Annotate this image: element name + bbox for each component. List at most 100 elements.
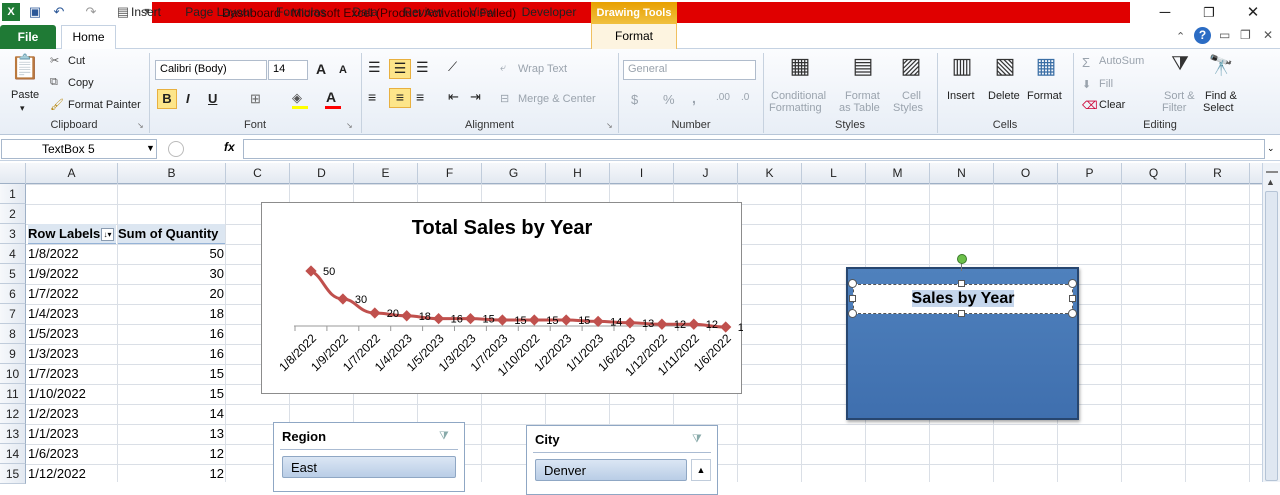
row-header[interactable]: 7 — [0, 304, 26, 324]
redo-icon[interactable]: ↷ — [82, 3, 100, 21]
resize-handle[interactable] — [848, 279, 857, 288]
pivot-row-label[interactable]: 1/1/2023 — [28, 424, 116, 444]
data-point[interactable] — [369, 307, 381, 319]
fill-color-icon[interactable]: ◈ — [292, 90, 302, 106]
column-header[interactable]: P — [1058, 163, 1122, 184]
font-size-select[interactable]: 14 — [268, 60, 308, 80]
filter-dropdown-icon[interactable]: ↓▾ — [101, 228, 114, 241]
conditional-formatting-button[interactable]: Conditional — [771, 90, 826, 102]
increase-indent-icon[interactable]: ⇥ — [470, 89, 481, 105]
pivot-row-label[interactable]: 1/8/2022 — [28, 244, 116, 264]
percent-button[interactable]: % — [663, 92, 675, 107]
autosum-button[interactable]: AutoSum — [1099, 55, 1144, 67]
column-header[interactable]: O — [994, 163, 1058, 184]
clear-button[interactable]: Clear — [1099, 99, 1125, 111]
wb-minimize-icon[interactable]: ▭ — [1219, 28, 1230, 42]
column-header[interactable]: K — [738, 163, 802, 184]
pivot-row-value[interactable]: 12 — [118, 464, 224, 484]
row-header[interactable]: 5 — [0, 264, 26, 284]
name-box[interactable]: TextBox 5 — [1, 139, 157, 159]
merge-center-button[interactable]: Merge & Center — [518, 93, 596, 105]
tab-insert[interactable]: Insert — [124, 4, 168, 24]
row-header[interactable]: 14 — [0, 444, 26, 464]
data-point[interactable] — [720, 321, 732, 333]
column-header[interactable]: B — [118, 163, 226, 184]
pivot-row-value[interactable]: 13 — [118, 424, 224, 444]
align-middle-icon[interactable]: ☰ — [389, 59, 411, 79]
row-header[interactable]: 9 — [0, 344, 26, 364]
expand-formula-icon[interactable]: ⌄ — [1267, 143, 1275, 154]
paste-icon[interactable]: 📋 — [10, 53, 40, 87]
minimize-ribbon-icon[interactable]: ⌃ — [1176, 30, 1185, 43]
scroll-up-icon[interactable]: ▲ — [1266, 177, 1275, 187]
tab-view[interactable]: View — [462, 4, 502, 24]
decrease-indent-icon[interactable]: ⇤ — [448, 89, 459, 105]
scroll-thumb[interactable] — [1265, 191, 1278, 481]
wb-close-icon[interactable]: ✕ — [1263, 28, 1273, 42]
pivot-row-label[interactable]: 1/7/2023 — [28, 364, 116, 384]
paste-button[interactable]: Paste — [11, 89, 39, 101]
split-box-icon[interactable] — [1266, 165, 1278, 173]
tab-file[interactable]: File — [0, 25, 56, 49]
column-header[interactable]: J — [674, 163, 738, 184]
data-point[interactable] — [464, 312, 477, 325]
sort-filter-button[interactable]: Sort & — [1164, 90, 1195, 102]
align-top-icon[interactable]: ☰ — [368, 59, 381, 76]
fill-button[interactable]: Fill — [1099, 78, 1113, 90]
column-header[interactable]: E — [354, 163, 418, 184]
formula-input[interactable] — [243, 139, 1265, 159]
resize-handle[interactable] — [1068, 309, 1077, 318]
currency-button[interactable]: $ — [631, 92, 638, 107]
data-point[interactable] — [624, 317, 636, 329]
pivot-row-value[interactable]: 15 — [118, 364, 224, 384]
row-header[interactable]: 11 — [0, 384, 26, 404]
column-header[interactable]: Q — [1122, 163, 1186, 184]
pivot-row-label[interactable]: 1/6/2023 — [28, 444, 116, 464]
orientation-icon[interactable]: ⟋ — [448, 59, 457, 75]
comma-button[interactable]: , — [692, 90, 696, 106]
pivot-row-value[interactable]: 30 — [118, 264, 224, 284]
pivot-row-value[interactable]: 20 — [118, 284, 224, 304]
cell-styles-button[interactable]: Cell — [902, 90, 921, 102]
row-header[interactable]: 12 — [0, 404, 26, 424]
data-point[interactable] — [656, 318, 668, 330]
name-box-dropdown-icon[interactable]: ▼ — [146, 143, 155, 153]
data-point[interactable] — [432, 312, 445, 325]
decrease-decimal-button[interactable]: .0 — [741, 92, 749, 103]
vertical-scrollbar[interactable]: ▲ — [1262, 163, 1280, 482]
help-icon[interactable]: ? — [1194, 27, 1211, 44]
find-select-button[interactable]: Find & — [1205, 90, 1237, 102]
data-point[interactable] — [592, 315, 604, 328]
column-header[interactable]: M — [866, 163, 930, 184]
data-point[interactable] — [496, 314, 509, 326]
row-header[interactable]: 4 — [0, 244, 26, 264]
save-icon[interactable]: ▣ — [26, 3, 44, 21]
cut-button[interactable]: Cut — [68, 55, 85, 67]
column-header[interactable]: H — [546, 163, 610, 184]
tab-developer[interactable]: Developer — [516, 4, 582, 24]
insert-cells-button[interactable]: Insert — [947, 90, 975, 102]
column-header[interactable]: D — [290, 163, 354, 184]
row-header[interactable]: 13 — [0, 424, 26, 444]
pivot-row-value[interactable]: 15 — [118, 384, 224, 404]
textbox-text[interactable]: Sales by Year — [853, 290, 1073, 308]
alignment-launcher-icon[interactable]: ↘ — [606, 121, 613, 130]
pivot-row-value[interactable]: 16 — [118, 344, 224, 364]
resize-handle[interactable] — [958, 310, 965, 317]
slicer-item-east[interactable]: East — [282, 456, 456, 478]
insert-function-button[interactable]: fx — [224, 140, 235, 154]
pivot-row-value[interactable]: 12 — [118, 444, 224, 464]
copy-button[interactable]: Copy — [68, 77, 94, 89]
column-header[interactable]: I — [610, 163, 674, 184]
pivot-row-value[interactable]: 50 — [118, 244, 224, 264]
resize-handle[interactable] — [958, 280, 965, 287]
rotate-handle[interactable] — [957, 254, 967, 264]
grow-font-button[interactable]: A — [316, 61, 326, 77]
minimize-icon[interactable]: ─ — [1155, 4, 1175, 22]
font-color-icon[interactable]: A — [326, 89, 336, 105]
pivot-row-label[interactable]: 1/2/2023 — [28, 404, 116, 424]
clear-filter-icon[interactable]: ⧩ — [439, 430, 449, 443]
row-header[interactable]: 10 — [0, 364, 26, 384]
row-header[interactable]: 6 — [0, 284, 26, 304]
align-center-icon[interactable]: ≡ — [389, 88, 411, 108]
